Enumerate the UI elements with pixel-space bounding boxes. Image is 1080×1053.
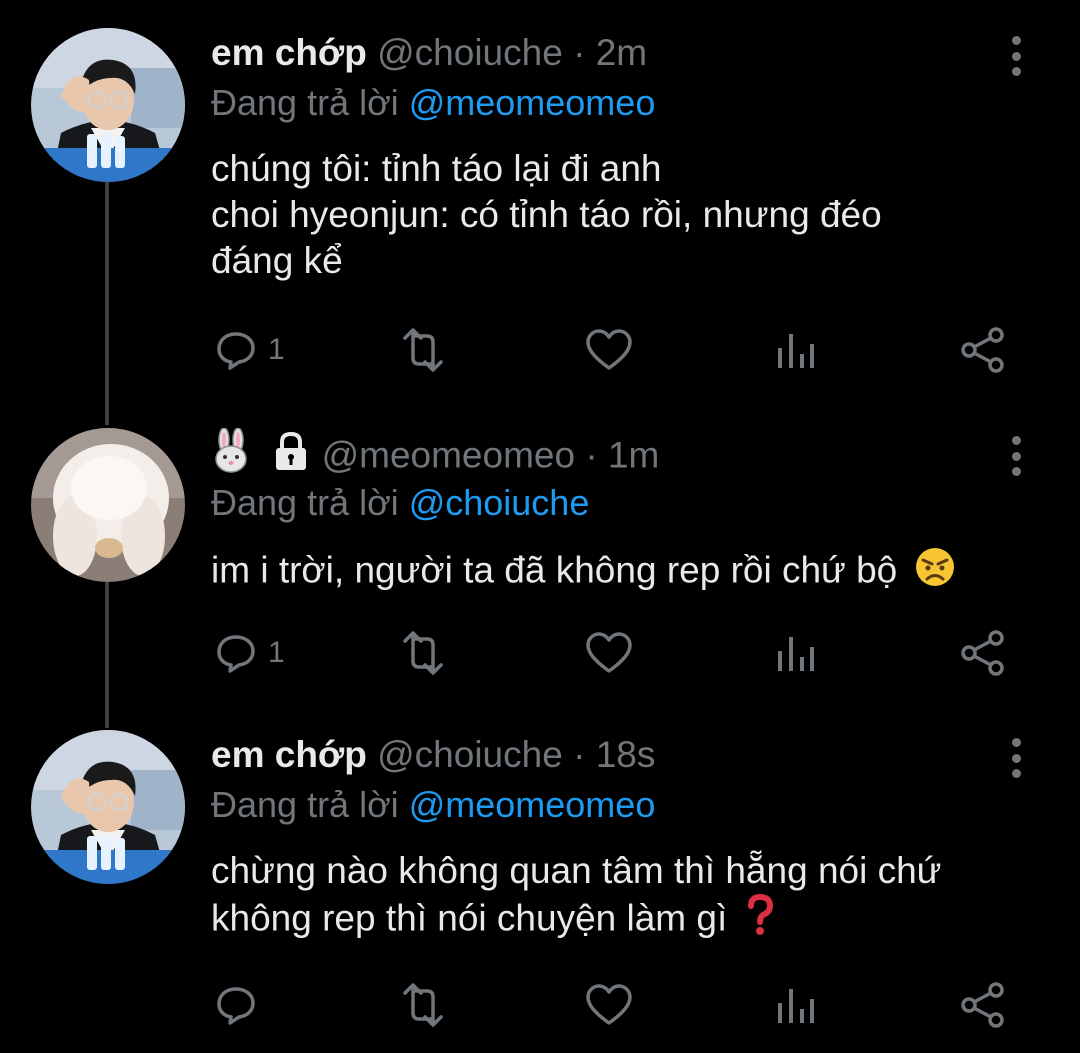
analytics-icon (778, 334, 814, 368)
more-options-icon[interactable] (1000, 436, 1032, 476)
reply-context: Đang trả lời @meomeomeo (211, 78, 655, 128)
heart-icon (586, 632, 632, 673)
white-rabbit-avatar-icon (31, 428, 185, 582)
angry-face-emoji-icon (914, 546, 956, 599)
separator: · (573, 734, 586, 775)
tweet[interactable]: em chớp @choiuche · 18s Đang trả lời @me… (0, 730, 1080, 1040)
reply-mention-link[interactable]: @choiuche (409, 482, 590, 523)
handle[interactable]: @meomeomeo (322, 434, 576, 475)
share-button[interactable] (960, 980, 1006, 1030)
heart-icon (586, 329, 632, 370)
like-button[interactable] (585, 325, 633, 375)
retweet-button[interactable] (397, 628, 449, 678)
analytics-button[interactable] (776, 628, 816, 678)
action-bar: 1 (0, 325, 1080, 375)
timestamp[interactable]: 18s (596, 734, 656, 775)
handle[interactable]: @choiuche (377, 734, 563, 775)
analytics-button[interactable] (776, 980, 816, 1030)
tweet[interactable]: em chớp @choiuche · 2m Đang trả lời @meo… (0, 28, 1080, 388)
tweet-text-line: choi hyeonjun: có tỉnh táo rồi, nhưng đé… (211, 194, 882, 235)
avatar[interactable] (31, 28, 185, 182)
reply-button[interactable]: 1 (214, 325, 285, 375)
tweet-text: chừng nào không quan tâm thì hẵng nói ch… (211, 848, 1051, 947)
tweet-text: im i trời, người ta đã không rep rồi chứ… (211, 546, 1051, 599)
timestamp[interactable]: 2m (596, 32, 647, 73)
share-icon (961, 327, 1004, 373)
retweet-icon (403, 631, 443, 675)
analytics-icon (778, 989, 814, 1023)
reply-prefix: Đang trả lời (211, 82, 399, 123)
action-bar: 1 (0, 628, 1080, 678)
tweet-text-line: chừng nào không quan tâm thì hẵng nói ch… (211, 850, 942, 891)
share-button[interactable] (960, 325, 1006, 375)
reply-button[interactable]: 1 (214, 628, 285, 678)
handle[interactable]: @choiuche (377, 32, 563, 73)
reply-mention-link[interactable]: @meomeomeo (409, 82, 656, 123)
tweet-header: em chớp @choiuche · 18s (211, 730, 655, 780)
tweet-text-line: chúng tôi: tỉnh táo lại đi anh (211, 148, 662, 189)
display-name[interactable]: em chớp (211, 734, 367, 775)
retweet-button[interactable] (397, 980, 449, 1030)
reply-prefix: Đang trả lời (211, 482, 399, 523)
separator: · (573, 32, 586, 73)
tweet-text-line: đáng kể (211, 240, 343, 281)
retweet-icon (403, 983, 443, 1027)
share-icon (961, 982, 1004, 1028)
display-name[interactable]: em chớp (211, 32, 367, 73)
reply-count: 1 (268, 636, 285, 669)
retweet-icon (403, 328, 443, 372)
reply-icon (217, 332, 255, 370)
reply-icon (217, 635, 255, 673)
reply-button[interactable] (214, 980, 268, 1030)
person-avatar-icon (31, 28, 185, 182)
heart-icon (586, 984, 632, 1025)
like-button[interactable] (585, 980, 633, 1030)
tweet-header: @meomeomeo · 1m (211, 427, 659, 478)
reply-context: Đang trả lời @meomeomeo (211, 780, 655, 830)
reply-mention-link[interactable]: @meomeomeo (409, 784, 656, 825)
reply-prefix: Đang trả lời (211, 784, 399, 825)
retweet-button[interactable] (397, 325, 449, 375)
tweet-text-line: im i trời, người ta đã không rep rồi chứ… (211, 549, 898, 591)
like-button[interactable] (585, 628, 633, 678)
tweet-text-line: không rep thì nói chuyện làm gì (211, 897, 728, 939)
separator: · (585, 434, 598, 476)
reply-icon (217, 987, 255, 1025)
share-icon (961, 630, 1004, 676)
more-options-icon[interactable] (1000, 738, 1032, 778)
analytics-button[interactable] (776, 325, 816, 375)
reply-count: 1 (268, 333, 285, 366)
more-options-icon[interactable] (1000, 36, 1032, 76)
timestamp[interactable]: 1m (608, 434, 659, 475)
reply-context: Đang trả lời @choiuche (211, 478, 589, 528)
person-avatar-icon (31, 730, 185, 884)
share-button[interactable] (960, 628, 1006, 678)
avatar[interactable] (31, 730, 185, 884)
tweet[interactable]: @meomeomeo · 1m Đang trả lời @choiuche i… (0, 427, 1080, 688)
avatar[interactable] (31, 428, 185, 582)
red-question-mark-emoji-icon (746, 893, 774, 947)
analytics-icon (778, 637, 814, 671)
tweet-header: em chớp @choiuche · 2m (211, 28, 647, 78)
action-bar (0, 980, 1080, 1030)
tweet-text: chúng tôi: tỉnh táo lại đi anh choi hyeo… (211, 146, 1051, 284)
